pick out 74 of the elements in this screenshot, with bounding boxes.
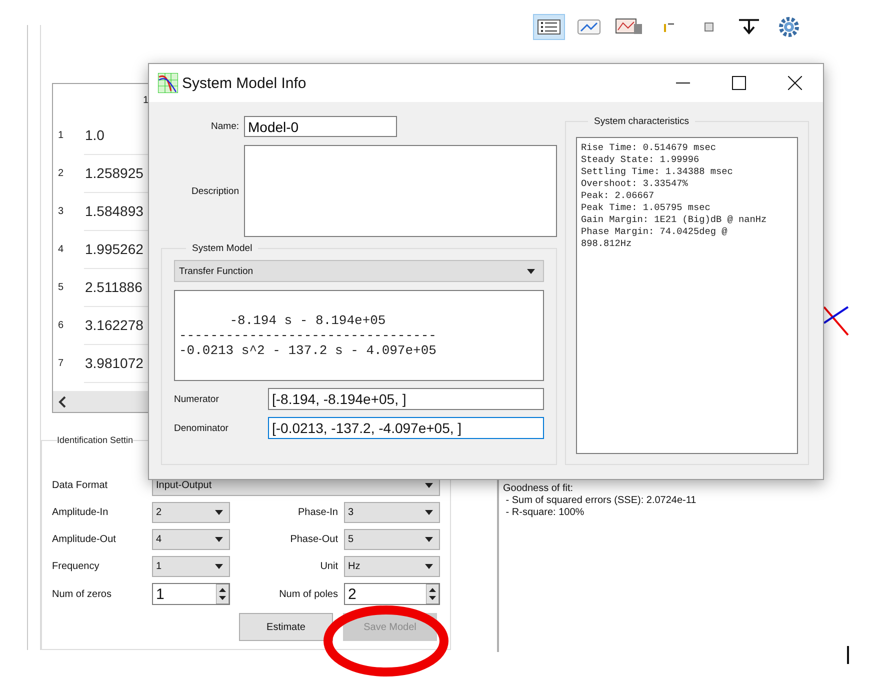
spin-box[interactable]: 2 xyxy=(344,583,440,606)
row-number: 5 xyxy=(57,282,65,292)
characteristic-line: Phase Margin: 74.0425deg @ xyxy=(581,226,728,238)
app-icon xyxy=(158,73,178,93)
dropdown-caret-icon xyxy=(215,564,223,570)
field-label: Numerator xyxy=(174,394,220,404)
list-icon xyxy=(537,19,561,35)
dropdown-caret-icon xyxy=(425,564,433,570)
coefficient-field[interactable]: [-8.194, -8.194e+05, ] xyxy=(268,388,544,410)
dropdown[interactable]: 3 xyxy=(344,502,440,524)
dropdown[interactable]: Hz xyxy=(344,556,440,578)
field-label: Num of poles xyxy=(278,588,339,600)
group-title: System characteristics xyxy=(593,116,690,127)
window-title: System Model Info xyxy=(182,74,308,92)
chart-window-icon xyxy=(615,18,643,36)
dropdown-caret-icon xyxy=(527,268,535,274)
field-label: Name: xyxy=(210,121,240,132)
dropdown[interactable]: 2 xyxy=(152,502,230,524)
characteristic-line: Settling Time: 1.34388 msec xyxy=(581,166,734,178)
dropdown[interactable]: 4 xyxy=(152,529,230,550)
download-icon xyxy=(736,17,762,37)
dropdown-caret-icon xyxy=(425,510,433,516)
spin-arrows-icon[interactable] xyxy=(216,584,229,604)
close-icon[interactable] xyxy=(788,76,802,90)
characteristic-line: Peak: 2.06667 xyxy=(581,190,656,202)
dropdown-caret-icon xyxy=(215,537,223,542)
row-number: 7 xyxy=(57,358,65,368)
dropdown-caret-icon xyxy=(425,537,433,542)
field-label: Num of zeros xyxy=(52,588,112,600)
row-number: 2 xyxy=(57,168,65,178)
maximize-icon[interactable] xyxy=(732,76,746,90)
characteristic-line: 898.812Hz xyxy=(581,238,633,250)
field-label: Phase-In xyxy=(296,507,339,518)
characteristic-line: Overshoot: 3.33547% xyxy=(581,178,689,190)
group-title: System Model xyxy=(191,243,254,254)
characteristic-line: Gain Margin: 1E21 (Big)dB @ nanHz xyxy=(581,214,768,226)
description-field[interactable] xyxy=(244,145,557,237)
line-chart-icon xyxy=(577,19,601,35)
result-line: - R-square: 100% xyxy=(504,507,586,519)
field-label: Frequency xyxy=(52,561,100,572)
formula-denominator: -0.0213 s^2 - 137.2 s - 4.097e+05 xyxy=(179,343,436,358)
row-number: 4 xyxy=(57,244,65,254)
dropdown[interactable]: 5 xyxy=(344,529,440,550)
field-label: Amplitude-Out xyxy=(52,534,117,546)
column-header: 1 xyxy=(143,94,149,106)
dropdown-caret-icon xyxy=(425,483,433,488)
name-field[interactable]: Model-0 xyxy=(244,116,397,137)
spin-arrows-icon[interactable] xyxy=(426,584,439,604)
field-label: Denominator xyxy=(174,422,230,434)
action-button[interactable]: Estimate xyxy=(239,613,333,642)
text-cursor-icon xyxy=(847,646,849,664)
formula-numerator: -8.194 s - 8.194e+05 xyxy=(228,313,387,328)
minimize-icon[interactable] xyxy=(676,82,690,84)
toolbar-button[interactable] xyxy=(533,14,565,40)
row-number: 3 xyxy=(57,206,65,216)
field-label: Phase-Out xyxy=(289,534,339,546)
spin-box[interactable]: 1 xyxy=(152,583,230,606)
characteristic-line: Rise Time: 0.514679 msec xyxy=(581,142,718,154)
coefficient-field[interactable]: [-0.0213, -137.2, -4.097e+05, ] xyxy=(268,417,544,439)
dropdown[interactable]: 1 xyxy=(152,556,230,578)
settings-icon xyxy=(776,16,802,38)
fraction-rule: --------------------------------- xyxy=(179,328,436,343)
field-label: Unit xyxy=(319,561,339,572)
characteristic-line: Peak Time: 1.05795 msec xyxy=(581,202,712,214)
result-line: Goodness of fit: xyxy=(503,483,574,495)
field-label: Amplitude-In xyxy=(52,507,110,518)
field-label: Data Format xyxy=(52,480,109,492)
result-line: - Sum of squared errors (SSE): 2.0724e-11 xyxy=(504,495,698,507)
group-title: Identification Settin xyxy=(57,435,134,446)
characteristic-line: Steady State: 1.99996 xyxy=(581,154,700,166)
dropdown[interactable]: Transfer Function xyxy=(174,260,544,282)
dropdown-caret-icon xyxy=(215,510,223,516)
row-number: 1 xyxy=(57,130,65,140)
row-number: 6 xyxy=(57,320,65,330)
